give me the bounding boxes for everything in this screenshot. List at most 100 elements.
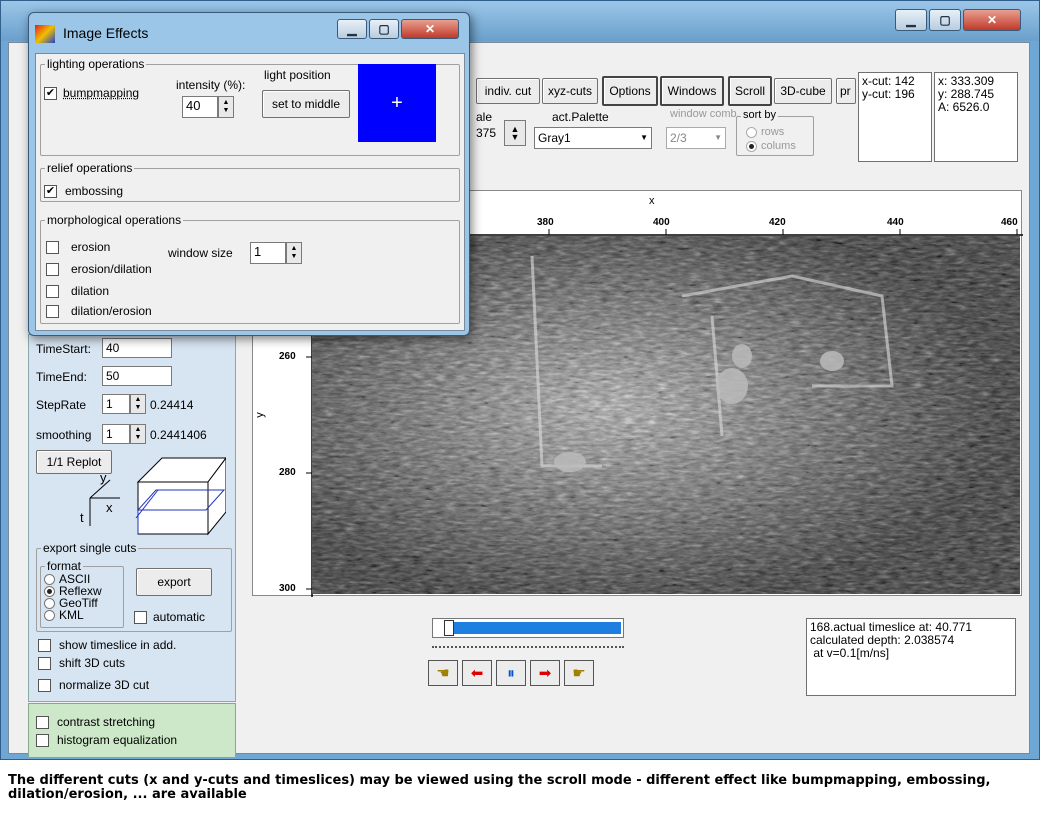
x-tick-label: 420	[769, 217, 786, 228]
dilation-erosion-checkbox[interactable]: dilation/erosion	[46, 304, 152, 318]
erosion-dilation-checkbox[interactable]: erosion/dilation	[46, 262, 152, 276]
step-rate-stepper[interactable]: ▲ ▼	[130, 394, 146, 414]
automatic-checkbox[interactable]: automatic	[134, 610, 205, 624]
cube-x-label: x	[106, 500, 113, 515]
format-group-label: format	[45, 559, 84, 573]
maximize-icon: ▢	[939, 13, 951, 27]
radio-off-icon	[44, 574, 55, 585]
light-position-label: light position	[264, 68, 331, 82]
chevron-down-icon: ▼	[222, 107, 230, 114]
normalize-3d-checkbox[interactable]: normalize 3D cut	[38, 678, 149, 692]
radio-off-icon	[746, 126, 757, 138]
erosion-dilation-label: erosion/dilation	[71, 262, 152, 276]
time-end-input[interactable]: 50	[102, 366, 172, 386]
scroll-button[interactable]: Scroll	[728, 76, 772, 106]
set-to-middle-button[interactable]: set to middle	[262, 90, 350, 118]
coordinate-info-box: x: 333.309 y: 288.745 A: 6526.0	[934, 72, 1018, 162]
maximize-icon: ▢	[378, 22, 390, 36]
scale-stepper[interactable]: ▲ ▼	[504, 120, 526, 146]
erosion-checkbox[interactable]: erosion	[46, 240, 110, 254]
dilation-label: dilation	[71, 284, 110, 298]
dialog-minimize-button[interactable]: ▁	[337, 19, 367, 39]
step-rate-input[interactable]: 1	[102, 394, 130, 414]
show-timeslice-label: show timeslice in add.	[59, 638, 177, 652]
show-timeslice-checkbox[interactable]: show timeslice in add.	[38, 638, 176, 652]
hand-left-icon: ☚	[436, 665, 450, 682]
histogram-label: histogram equalization	[57, 733, 178, 747]
checkbox-unchecked-icon	[46, 304, 59, 318]
checkmark-icon: ✔	[44, 86, 57, 100]
last-slice-button[interactable]: ☛	[564, 660, 594, 686]
options-button[interactable]: Options	[602, 76, 658, 106]
minimize-button[interactable]: ▁	[895, 9, 927, 31]
step-rate-value: 0.24414	[150, 398, 194, 412]
checkbox-unchecked-icon	[38, 638, 51, 652]
sort-columns-radio[interactable]: colums	[746, 140, 796, 152]
close-icon: ✕	[986, 13, 998, 27]
windows-button[interactable]: Windows	[660, 76, 724, 106]
shift-3d-checkbox[interactable]: shift 3D cuts	[38, 656, 125, 670]
window-size-label: window size	[168, 246, 233, 260]
scale-value: 375	[476, 126, 497, 140]
smoothing-label: smoothing	[36, 428, 92, 442]
y-tick-label: 260	[279, 351, 296, 362]
radio-on-icon	[746, 140, 757, 152]
histogram-checkbox[interactable]: histogram equalization	[36, 733, 177, 747]
radio-on-icon	[44, 586, 55, 597]
palette-label: act.Palette	[552, 110, 609, 124]
intensity-stepper[interactable]: ▲ ▼	[218, 96, 234, 118]
cube-icon	[89, 456, 227, 536]
x-tick-label: 380	[537, 217, 554, 228]
window-size-input[interactable]: 1	[250, 242, 286, 264]
xyz-cuts-button[interactable]: xyz-cuts	[542, 78, 598, 104]
cube3d-button[interactable]: 3D-cube	[774, 78, 832, 104]
window-comb-label: window comb.	[670, 108, 740, 120]
maximize-button[interactable]: ▢	[929, 9, 961, 31]
image-effects-dialog: Image Effects ▁ ▢ ✕ lighting operations …	[28, 12, 470, 336]
x-tick-label: 460	[1001, 217, 1018, 228]
first-slice-button[interactable]: ☚	[428, 660, 458, 686]
export-group-label: export single cuts	[41, 541, 139, 555]
indiv-cut-button[interactable]: indiv. cut	[476, 78, 540, 104]
caption-text: The different cuts (x and y-cuts and tim…	[8, 773, 991, 802]
time-start-label: TimeStart:	[36, 342, 91, 356]
pause-button[interactable]: ⏸	[496, 660, 526, 686]
x-tick-label: 400	[653, 217, 670, 228]
time-start-input[interactable]: 40	[102, 338, 172, 358]
dialog-maximize-button[interactable]: ▢	[369, 19, 399, 39]
erosion-label: erosion	[71, 240, 111, 254]
window-size-stepper[interactable]: ▲ ▼	[286, 242, 302, 264]
cube-diagram: y x t	[76, 454, 227, 538]
pr-button[interactable]: pr	[836, 78, 856, 104]
smoothing-value: 0.2441406	[150, 428, 207, 442]
slider-thumb[interactable]	[443, 620, 454, 636]
smoothing-stepper[interactable]: ▲ ▼	[130, 424, 146, 444]
intensity-input[interactable]: 40	[182, 96, 218, 118]
export-button[interactable]: export	[136, 568, 212, 596]
checkbox-unchecked-icon	[134, 610, 147, 624]
timeslice-slider[interactable]	[432, 618, 624, 638]
bumpmapping-checkbox[interactable]: ✔ bumpmapping	[44, 86, 139, 100]
embossing-checkbox[interactable]: ✔ embossing	[44, 184, 123, 198]
window-comb-select[interactable]: 2/3 ▼	[666, 127, 726, 149]
checkmark-icon: ✔	[44, 184, 57, 198]
pause-icon: ⏸	[507, 664, 515, 682]
smoothing-input[interactable]: 1	[102, 424, 130, 444]
format-kml-radio[interactable]: KML	[44, 609, 84, 621]
contrast-checkbox[interactable]: contrast stretching	[36, 715, 155, 729]
hand-right-icon: ☛	[572, 665, 586, 682]
next-slice-button[interactable]: ➡	[530, 660, 560, 686]
crosshair-icon: +	[391, 91, 403, 114]
close-button[interactable]: ✕	[963, 9, 1021, 31]
light-position-pad[interactable]: +	[358, 64, 436, 142]
dialog-close-button[interactable]: ✕	[401, 19, 459, 39]
checkbox-unchecked-icon	[36, 733, 49, 747]
sort-rows-radio[interactable]: rows	[746, 126, 784, 138]
prev-slice-button[interactable]: ⬅	[462, 660, 492, 686]
sort-rows-label: rows	[761, 126, 785, 138]
dilation-checkbox[interactable]: dilation	[46, 284, 109, 298]
step-rate-label: StepRate	[36, 398, 87, 412]
normalize-3d-label: normalize 3D cut	[59, 678, 150, 692]
lighting-group-label: lighting operations	[45, 57, 147, 71]
palette-select[interactable]: Gray1 ▼	[534, 127, 652, 149]
